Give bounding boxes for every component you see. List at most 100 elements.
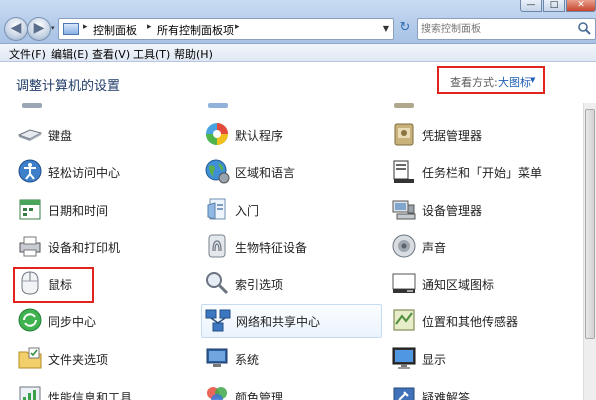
ease-of-access-icon <box>18 159 42 183</box>
chevron-right-icon[interactable]: ▸ <box>235 22 240 32</box>
item-biometric-devices[interactable]: 生物特征设备 <box>203 232 373 264</box>
item-display[interactable]: 显示 <box>390 344 570 376</box>
scrollbar-thumb[interactable] <box>585 109 595 339</box>
item-label: 显示 <box>422 353 447 367</box>
system-icon <box>206 348 228 367</box>
view-by-dropdown[interactable]: 大图标 <box>498 74 531 90</box>
view-by-caret-icon[interactable]: ▼ <box>530 76 535 84</box>
address-dropdown-icon[interactable]: ▼ <box>383 24 389 33</box>
recent-pages-chevron-icon[interactable]: ▾ <box>51 24 55 32</box>
item-folder-options[interactable]: 文件夹选项 <box>16 344 176 376</box>
item-label: 文件夹选项 <box>48 353 109 367</box>
forward-button[interactable]: ▶ <box>27 17 51 41</box>
getting-started-icon <box>207 198 226 220</box>
item-label: 键盘 <box>48 129 73 143</box>
troubleshooting-icon <box>393 387 415 400</box>
item-performance[interactable]: 性能信息和工具 <box>16 382 176 400</box>
item-label: 位置和其他传感器 <box>422 315 519 329</box>
item-ease-of-access[interactable]: 轻松访问中心 <box>16 157 176 189</box>
item-label: 通知区域图标 <box>422 278 495 292</box>
breadcrumb-control-panel[interactable]: 控制面板 <box>93 22 137 38</box>
partial-row-icon <box>208 103 228 108</box>
item-label: 疑难解答 <box>422 391 471 400</box>
item-date-time[interactable]: 日期和时间 <box>16 195 176 227</box>
search-icon[interactable] <box>577 21 591 35</box>
color-management-icon <box>207 387 227 400</box>
item-label: 系统 <box>235 353 260 367</box>
item-label: 默认程序 <box>235 129 284 143</box>
device-manager-icon <box>392 200 416 220</box>
menu-tools[interactable]: 工具(T) <box>133 46 170 62</box>
view-by-highlight: 查看方式: 大图标 ▼ <box>437 66 545 94</box>
menu-edit[interactable]: 编辑(E) <box>51 46 89 62</box>
item-default-programs[interactable]: 默认程序 <box>203 120 373 152</box>
sync-center-icon <box>18 308 42 332</box>
item-location-sensors[interactable]: 位置和其他传感器 <box>390 306 570 338</box>
item-label: 凭据管理器 <box>422 129 483 143</box>
maximize-button[interactable]: □ <box>543 0 565 12</box>
display-icon <box>392 347 416 369</box>
item-indexing-options[interactable]: 索引选项 <box>203 269 373 301</box>
item-label: 设备和打印机 <box>48 241 121 255</box>
control-panel-icon <box>63 23 79 35</box>
address-bar[interactable]: ▸ 控制面板 ▸ 所有控制面板项 ▸ ▼ <box>58 18 394 40</box>
date-time-icon <box>19 199 41 220</box>
item-troubleshooting[interactable]: 疑难解答 <box>390 382 570 400</box>
location-sensors-icon <box>393 309 415 331</box>
search-input[interactable] <box>421 21 571 37</box>
minimize-button[interactable]: — <box>520 0 542 12</box>
item-sync-center[interactable]: 同步中心 <box>16 306 176 338</box>
item-system[interactable]: 系统 <box>203 344 373 376</box>
view-by-label: 查看方式: <box>450 76 498 89</box>
item-credential-manager[interactable]: 凭据管理器 <box>390 120 570 152</box>
vertical-scrollbar[interactable] <box>583 103 596 400</box>
item-device-manager[interactable]: 设备管理器 <box>390 195 570 227</box>
back-button[interactable]: ◀ <box>4 17 28 41</box>
item-label: 颜色管理 <box>235 391 284 400</box>
menu-bar: 文件(F) 编辑(E) 查看(V) 工具(T) 帮助(H) <box>0 44 596 62</box>
item-label: 任务栏和「开始」菜单 <box>422 166 543 180</box>
close-button[interactable]: ✕ <box>566 0 596 12</box>
folder-options-icon <box>18 347 42 369</box>
indexing-options-icon <box>206 272 229 295</box>
refresh-button[interactable]: ↻ <box>396 18 414 40</box>
chevron-right-icon[interactable]: ▸ <box>147 22 152 32</box>
item-label: 生物特征设备 <box>235 241 308 255</box>
item-taskbar-start-menu[interactable]: 任务栏和「开始」菜单 <box>390 157 575 189</box>
chevron-right-icon[interactable]: ▸ <box>83 22 88 32</box>
item-label: 设备管理器 <box>422 204 483 218</box>
performance-icon <box>19 386 41 400</box>
item-color-management[interactable]: 颜色管理 <box>203 382 373 400</box>
item-label: 索引选项 <box>235 278 284 292</box>
sound-icon <box>392 234 416 258</box>
breadcrumb-all-items[interactable]: 所有控制面板项 <box>157 22 234 38</box>
partial-row-icon <box>22 103 42 108</box>
mouse-highlight <box>13 267 94 303</box>
region-language-icon <box>205 159 230 184</box>
menu-view[interactable]: 查看(V) <box>92 46 130 62</box>
keyboard-icon <box>17 129 43 141</box>
control-panel-items: 键盘 默认程序 凭据管理器 轻松访问中心 区域和语言 任务栏和「开始」菜单 日期… <box>0 103 583 400</box>
item-label: 区域和语言 <box>235 166 296 180</box>
content-header: 调整计算机的设置 查看方式: 大图标 ▼ <box>0 62 596 103</box>
menu-help[interactable]: 帮助(H) <box>174 46 213 62</box>
item-label: 性能信息和工具 <box>48 391 133 400</box>
item-keyboard[interactable]: 键盘 <box>16 120 176 152</box>
item-label: 轻松访问中心 <box>48 166 121 180</box>
network-sharing-icon <box>205 309 231 332</box>
credential-manager-icon <box>394 123 414 146</box>
page-title: 调整计算机的设置 <box>16 79 121 94</box>
item-label: 声音 <box>422 241 447 255</box>
devices-printers-icon <box>19 236 41 257</box>
item-sound[interactable]: 声音 <box>390 232 570 264</box>
search-box[interactable] <box>417 18 596 40</box>
title-bar: — □ ✕ ◀ ▶ ▾ ▸ 控制面板 ▸ 所有控制面板项 ▸ ▼ ↻ <box>0 0 596 44</box>
item-region-language[interactable]: 区域和语言 <box>203 157 373 189</box>
item-notification-area[interactable]: 通知区域图标 <box>390 269 570 301</box>
item-network-sharing[interactable]: 网络和共享中心 <box>201 304 382 338</box>
default-programs-icon <box>206 123 228 145</box>
item-getting-started[interactable]: 入门 <box>203 195 373 227</box>
item-devices-printers[interactable]: 设备和打印机 <box>16 232 176 264</box>
menu-file[interactable]: 文件(F) <box>9 46 46 62</box>
item-label: 网络和共享中心 <box>236 315 321 329</box>
